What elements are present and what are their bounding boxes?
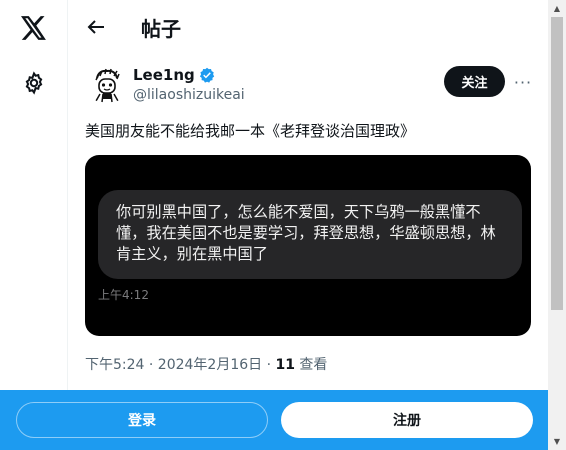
main-column: 帖子 Lee1ng @lilaoshizuikeai 关注 ··· 美国朋友能不… <box>69 0 548 450</box>
post-timestamp[interactable]: 下午5:24 · 2024年2月16日 · <box>85 357 276 373</box>
x-logo-icon[interactable] <box>14 8 54 48</box>
signup-button[interactable]: 注册 <box>281 402 533 438</box>
bottom-signup-bar: 登录 注册 <box>0 390 548 450</box>
chat-bubble: 你可别黑中国了，怎么能不爱国，天下乌鸦一般黑懂不懂，我在美国不也是要学习，拜登思… <box>98 190 522 279</box>
scrollbar[interactable]: ▲ ▼ <box>548 0 566 450</box>
scroll-thumb[interactable] <box>551 17 563 310</box>
post-text: 美国朋友能不能给我邮一本《老拜登谈治国理政》 <box>85 122 416 140</box>
back-arrow-icon[interactable] <box>79 10 113 44</box>
left-rail <box>0 0 68 450</box>
post-meta: 下午5:24 · 2024年2月16日 · 11 查看 <box>85 354 327 374</box>
author-handle[interactable]: @lilaoshizuikeai <box>133 87 245 103</box>
post-image[interactable]: 你可别黑中国了，怎么能不爱国，天下乌鸦一般黑懂不懂，我在美国不也是要学习，拜登思… <box>85 155 531 336</box>
scroll-down-arrow-icon[interactable]: ▼ <box>548 432 566 450</box>
gear-icon[interactable] <box>14 63 54 103</box>
views-label: 查看 <box>294 357 328 373</box>
login-button[interactable]: 登录 <box>16 402 268 438</box>
page-title: 帖子 <box>141 17 181 41</box>
avatar[interactable] <box>87 64 127 104</box>
views-count: 11 <box>275 357 295 373</box>
follow-button[interactable]: 关注 <box>444 66 505 97</box>
header: 帖子 <box>69 0 548 53</box>
chat-bubble-time: 上午4:12 <box>98 288 149 302</box>
author-name-row[interactable]: Lee1ng <box>133 66 215 84</box>
verified-badge-icon <box>199 67 214 83</box>
more-icon[interactable]: ··· <box>509 70 537 94</box>
scroll-up-arrow-icon[interactable]: ▲ <box>548 0 566 17</box>
author-name[interactable]: Lee1ng <box>133 66 195 84</box>
